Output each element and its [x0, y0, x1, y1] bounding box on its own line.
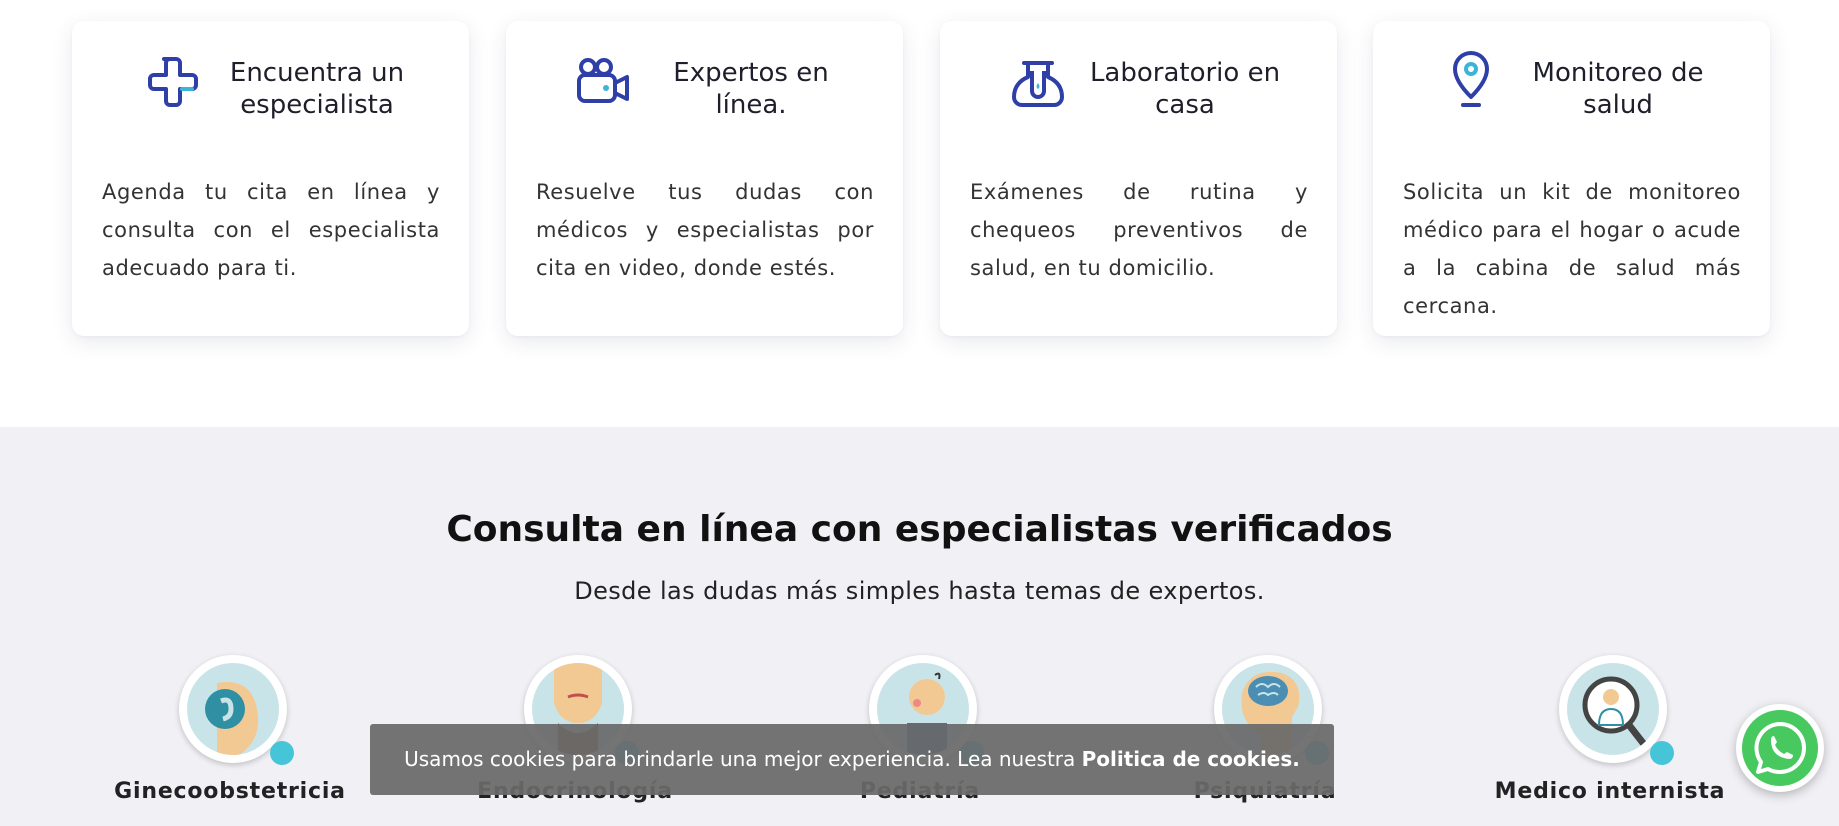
lab-flask-icon	[1010, 49, 1066, 111]
feature-card-health-monitoring[interactable]: Monitoreo de salud Solicita un kit de mo…	[1373, 21, 1770, 336]
video-camera-icon	[576, 49, 632, 111]
card-description: Resuelve tus dudas con médicos y especia…	[536, 180, 874, 280]
feature-card-home-lab[interactable]: Laboratorio en casa Exámenes de rutina y…	[940, 21, 1337, 336]
whatsapp-button[interactable]	[1736, 704, 1824, 792]
doctor-magnifier-icon	[1582, 676, 1647, 747]
cookie-policy-link[interactable]: Politica de cookies.	[1082, 747, 1300, 771]
specialist-gynecology[interactable]: Ginecoobstetricia	[100, 655, 360, 825]
section-title: Consulta en línea con especialistas veri…	[446, 509, 1393, 550]
feature-card-online-experts[interactable]: Expertos en línea. Resuelve tus dudas co…	[506, 21, 903, 336]
status-dot	[1650, 741, 1674, 765]
card-description: Solicita un kit de monitoreo médico para…	[1403, 180, 1741, 318]
whatsapp-icon	[1754, 722, 1806, 774]
card-title: Laboratorio en casa	[1089, 58, 1281, 120]
card-title: Encuentra un especialista	[229, 58, 405, 120]
cookie-banner: Usamos cookies para brindarle una mejor …	[370, 724, 1334, 795]
cross-plus-icon	[142, 49, 198, 111]
location-pin-icon	[1443, 49, 1499, 111]
card-description: Agenda tu cita en línea y consulta con e…	[102, 180, 440, 280]
status-dot	[270, 741, 294, 765]
card-title: Monitoreo de salud	[1532, 58, 1704, 120]
features-section: Encuentra un especialista Agenda tu cita…	[0, 0, 1839, 427]
specialist-internist[interactable]: Medico internista	[1480, 655, 1740, 825]
cookie-text: Usamos cookies para brindarle una mejor …	[404, 747, 1082, 771]
specialist-label: Medico internista	[1494, 779, 1726, 804]
card-description: Exámenes de rutina y chequeos preventivo…	[970, 180, 1308, 280]
feature-card-specialist[interactable]: Encuentra un especialista Agenda tu cita…	[72, 21, 469, 336]
specialist-label: Ginecoobstetricia	[114, 779, 346, 804]
card-title: Expertos en línea.	[673, 58, 829, 120]
pregnancy-icon	[205, 682, 259, 755]
section-subtitle: Desde las dudas más simples hasta temas …	[574, 577, 1265, 605]
